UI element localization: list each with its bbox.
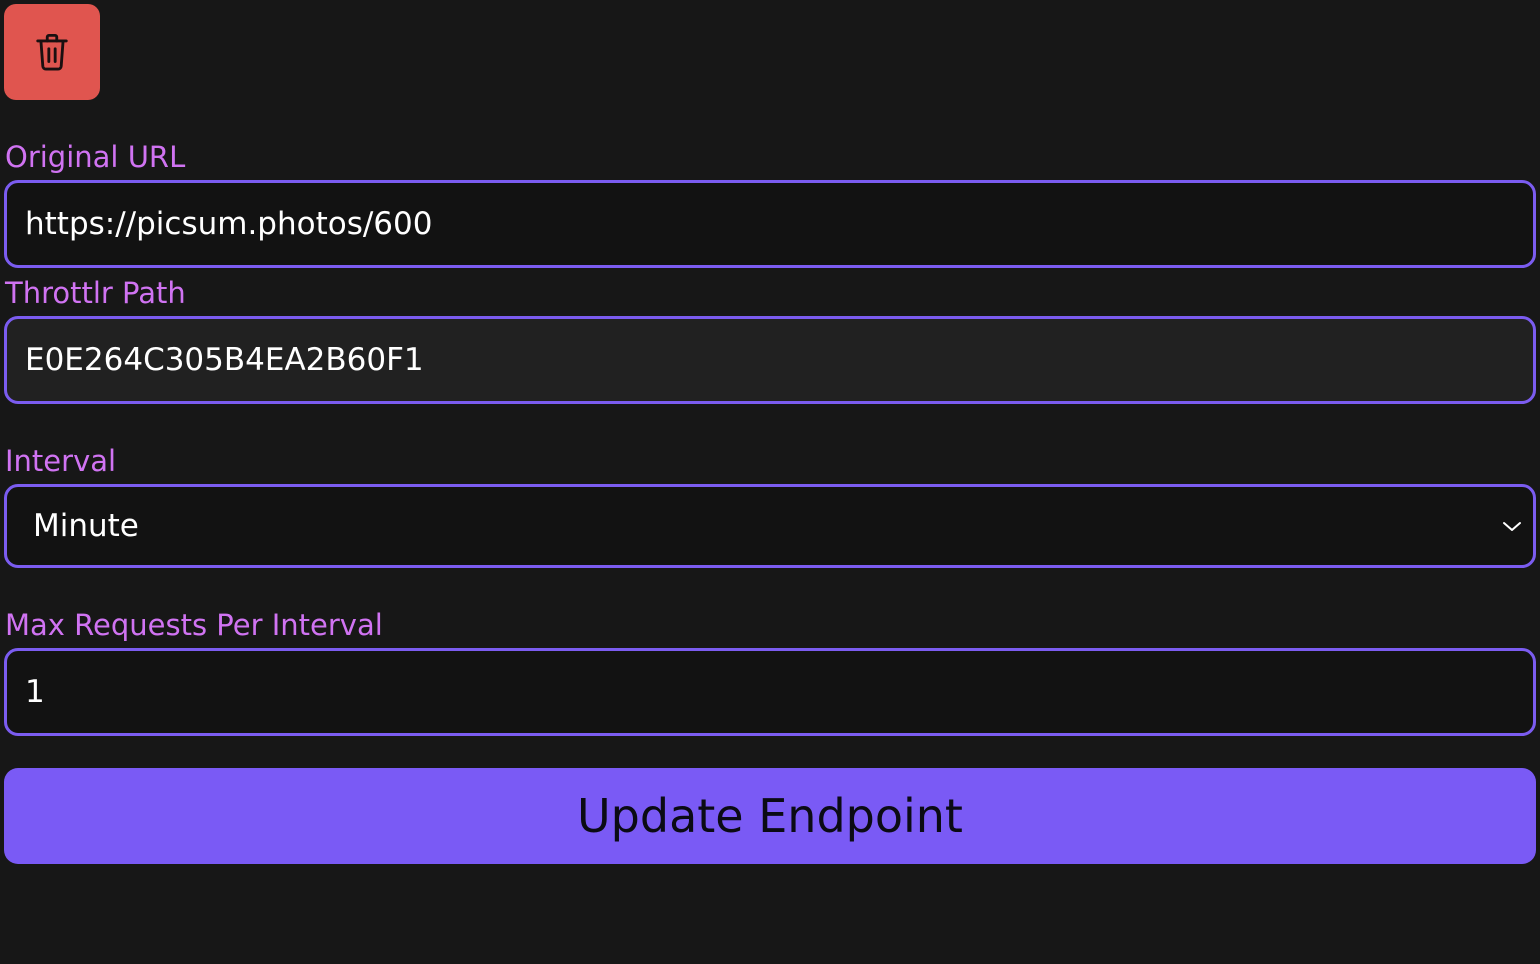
- delete-endpoint-button[interactable]: [4, 4, 100, 100]
- endpoint-edit-form: Original URL https://picsum.photos/600 T…: [0, 0, 1540, 964]
- throttlr-path-field[interactable]: E0E264C305B4EA2B60F1: [4, 316, 1536, 404]
- original-url-input[interactable]: https://picsum.photos/600: [4, 180, 1536, 268]
- max-requests-input[interactable]: 1: [4, 648, 1536, 736]
- interval-selected-value: Minute: [33, 508, 139, 544]
- interval-select[interactable]: Minute: [4, 484, 1536, 568]
- max-requests-value: 1: [25, 674, 45, 710]
- interval-label: Interval: [5, 444, 117, 478]
- original-url-label: Original URL: [5, 140, 186, 174]
- throttlr-path-label: Throttlr Path: [5, 276, 186, 310]
- throttlr-path-value: E0E264C305B4EA2B60F1: [25, 342, 424, 378]
- original-url-value: https://picsum.photos/600: [25, 206, 433, 242]
- chevron-down-icon: [1503, 522, 1521, 531]
- max-requests-label: Max Requests Per Interval: [5, 608, 383, 642]
- update-endpoint-button[interactable]: Update Endpoint: [4, 768, 1536, 864]
- trash-icon: [36, 33, 68, 71]
